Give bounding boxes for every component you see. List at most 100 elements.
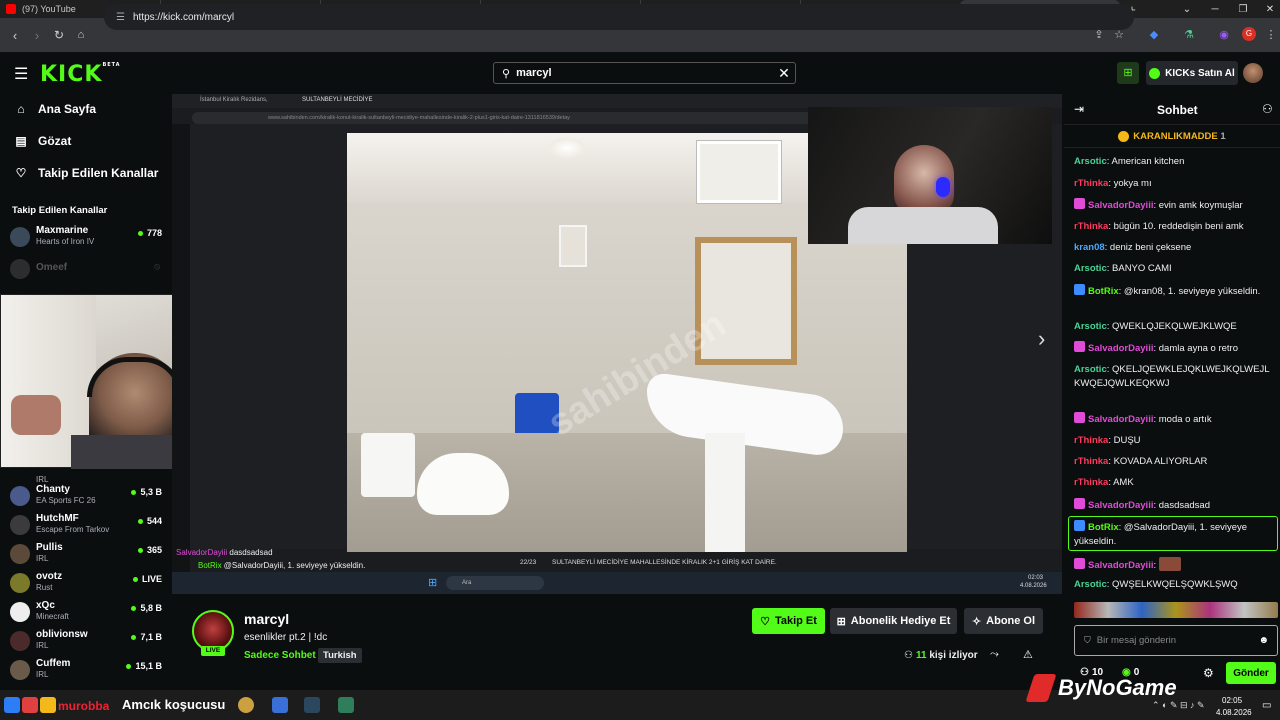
photo-pedestal xyxy=(705,433,745,552)
chat-settings-icon[interactable]: ⚙ xyxy=(1203,666,1214,680)
kick-green-square-icon[interactable]: ⊞ xyxy=(1117,62,1139,84)
url-text: https://kick.com/marcyl xyxy=(132,11,235,23)
bookmark-icon[interactable]: ☆ xyxy=(1110,25,1128,43)
category-link[interactable]: Sadece Sohbet xyxy=(244,650,316,661)
share-stream-icon[interactable]: ⤳ xyxy=(990,648,999,661)
language-tag[interactable]: Turkish xyxy=(318,648,362,663)
gift-sub-label: Abonelik Hediye Et xyxy=(850,615,951,627)
user-avatar[interactable] xyxy=(1243,63,1263,83)
chat-username[interactable]: Arsotic xyxy=(1074,364,1107,375)
search-input[interactable]: marcyl xyxy=(510,67,773,79)
streamer-name[interactable]: marcyl xyxy=(244,611,289,627)
taskbar-app-icon[interactable] xyxy=(338,697,354,713)
back-icon[interactable]: ‹ xyxy=(4,28,26,43)
channel-item[interactable]: Maxmarine Hearts of Iron IV 778 xyxy=(10,224,162,248)
kicks-buy-label: KICKs Satın Al xyxy=(1165,67,1235,79)
channel-item[interactable]: Pullis IRL 365 xyxy=(10,541,162,565)
chat-message: rThinka: DUŞU xyxy=(1074,434,1274,448)
tray-icons[interactable]: ⌃ ◐ ✎ ⊟ ♪ ✎ xyxy=(1152,700,1205,711)
tab-search-icon[interactable]: ⌄ xyxy=(1172,0,1202,18)
subscribe-button[interactable]: ✧ Abone Ol xyxy=(964,608,1043,634)
nav-following[interactable]: ♡ Takip Edilen Kanallar xyxy=(14,166,159,180)
chat-text: dasdsadsad xyxy=(1158,500,1210,511)
extension-purple-icon[interactable]: ◉ xyxy=(1215,25,1233,43)
chat-username[interactable]: rThinka xyxy=(1074,456,1108,467)
chat-username[interactable]: rThinka xyxy=(1074,435,1108,446)
channel-item[interactable]: HutchMF Escape From Tarkov 544 xyxy=(10,512,162,536)
channel-name: Pullis xyxy=(36,542,63,553)
taskbar-app-icon[interactable] xyxy=(238,697,254,713)
highlighted-message-border xyxy=(1068,516,1278,551)
close-window-icon[interactable]: ✕ xyxy=(1255,0,1280,18)
channel-category: Minecraft xyxy=(36,612,69,621)
extension-icon[interactable]: ◆ xyxy=(1145,25,1163,43)
home-page-icon[interactable]: ⌂ xyxy=(70,29,92,41)
chat-username[interactable]: SalvadorDayiii xyxy=(1088,500,1153,511)
chat-username[interactable]: rThinka xyxy=(1074,178,1108,189)
nav-browse[interactable]: ▤ Gözat xyxy=(14,134,71,148)
clear-search-icon[interactable]: ✕ xyxy=(773,65,795,82)
chat-separator: : xyxy=(1153,560,1159,571)
emoji-icon[interactable]: ☻ xyxy=(1258,635,1269,646)
chat-username[interactable]: Arsotic xyxy=(1074,156,1107,167)
next-photo-icon[interactable]: › xyxy=(1038,326,1045,352)
site-info-icon[interactable]: ☰ xyxy=(116,12,125,23)
nav-following-label: Takip Edilen Kanallar xyxy=(38,166,159,180)
channel-name: ovotz xyxy=(36,571,63,582)
channel-category: Escape From Tarkov xyxy=(36,525,110,534)
profile-icon[interactable]: G xyxy=(1240,25,1258,43)
taskbar-app-icon[interactable] xyxy=(40,697,56,713)
chat-username[interactable]: Arsotic xyxy=(1074,321,1107,332)
chat-users-icon[interactable]: ⚇ xyxy=(1262,102,1273,116)
menu-dots-icon[interactable]: ⋮ xyxy=(1262,25,1280,43)
chat-username[interactable]: SalvadorDayiii xyxy=(1088,200,1153,211)
taskbar-app-icon[interactable] xyxy=(4,697,20,713)
reload-icon[interactable]: ↻ xyxy=(48,28,70,42)
url-input[interactable]: ☰ https://kick.com/marcyl xyxy=(104,4,1134,30)
taskbar-app-icon[interactable] xyxy=(304,697,320,713)
gift-icon: ⊞ xyxy=(836,615,846,628)
inner-clock-date: 4.08.2026 xyxy=(1020,583,1047,589)
channel-item[interactable]: xQc Minecraft 5,8 B xyxy=(10,599,162,623)
kick-logo[interactable]: KICKBETA xyxy=(40,62,121,87)
channel-item-offline[interactable]: Omeef ⦸ xyxy=(10,256,162,280)
forward-icon[interactable]: › xyxy=(26,28,48,43)
taskbar-app-icon[interactable] xyxy=(22,697,38,713)
share-icon[interactable]: ⇪ xyxy=(1090,25,1108,43)
chat-username[interactable]: Arsotic xyxy=(1074,579,1107,590)
chat-username[interactable]: rThinka xyxy=(1074,221,1108,232)
channel-viewers: 778 xyxy=(138,228,162,238)
nav-home[interactable]: ⌂ Ana Sayfa xyxy=(14,102,96,116)
channel-category: Hearts of Iron IV xyxy=(36,237,95,246)
chat-message: rThinka: yokya mı xyxy=(1074,177,1274,191)
send-button[interactable]: Gönder xyxy=(1226,662,1276,684)
chat-input[interactable]: ⛉ Bir mesaj gönderin ☻ xyxy=(1074,625,1278,656)
chat-username[interactable]: BotRix xyxy=(1088,286,1119,297)
chat-username[interactable]: SalvadorDayiii xyxy=(1088,343,1153,354)
chat-username[interactable]: rThinka xyxy=(1074,477,1108,488)
minimize-icon[interactable]: ─ xyxy=(1200,0,1230,18)
channel-item[interactable]: ovotz Rust LIVE xyxy=(10,570,162,594)
report-icon[interactable]: ⚠ xyxy=(1023,648,1033,661)
channel-item[interactable]: Cuffem IRL 15,1 B xyxy=(10,657,162,681)
emote-icon xyxy=(1158,557,1181,571)
lab-icon[interactable]: ⚗ xyxy=(1180,25,1198,43)
chat-username[interactable]: Arsotic xyxy=(1074,263,1107,274)
gift-sub-button[interactable]: ⊞ Abonelik Hediye Et xyxy=(830,608,957,634)
chat-text: yokya mı xyxy=(1113,178,1152,189)
notification-icon[interactable]: ▭ xyxy=(1262,700,1271,711)
channel-item[interactable]: Chanty EA Sports FC 26 5,3 B xyxy=(10,483,162,507)
viewer-count: ⚇ 11 kişi izliyor xyxy=(904,650,978,661)
kicks-buy-button[interactable]: KICKs Satın Al xyxy=(1146,61,1238,85)
follow-button[interactable]: ♡ Takip Et xyxy=(752,608,825,634)
clock-time: 02:05 xyxy=(1222,696,1243,705)
chat-username[interactable]: kran08 xyxy=(1074,242,1105,253)
hamburger-menu-icon[interactable]: ☰ xyxy=(14,64,28,84)
channel-item[interactable]: oblivionsw IRL 7,1 B xyxy=(10,628,162,652)
chat-username[interactable]: SalvadorDayiii xyxy=(1088,560,1153,571)
collapse-chat-icon[interactable]: ⇥ xyxy=(1074,102,1084,116)
chat-username[interactable]: SalvadorDayiii xyxy=(1088,414,1153,425)
taskbar-app-icon[interactable] xyxy=(272,697,288,713)
search-box[interactable]: ⚲ marcyl ✕ xyxy=(493,62,796,84)
maximize-icon[interactable]: ❐ xyxy=(1228,0,1258,18)
